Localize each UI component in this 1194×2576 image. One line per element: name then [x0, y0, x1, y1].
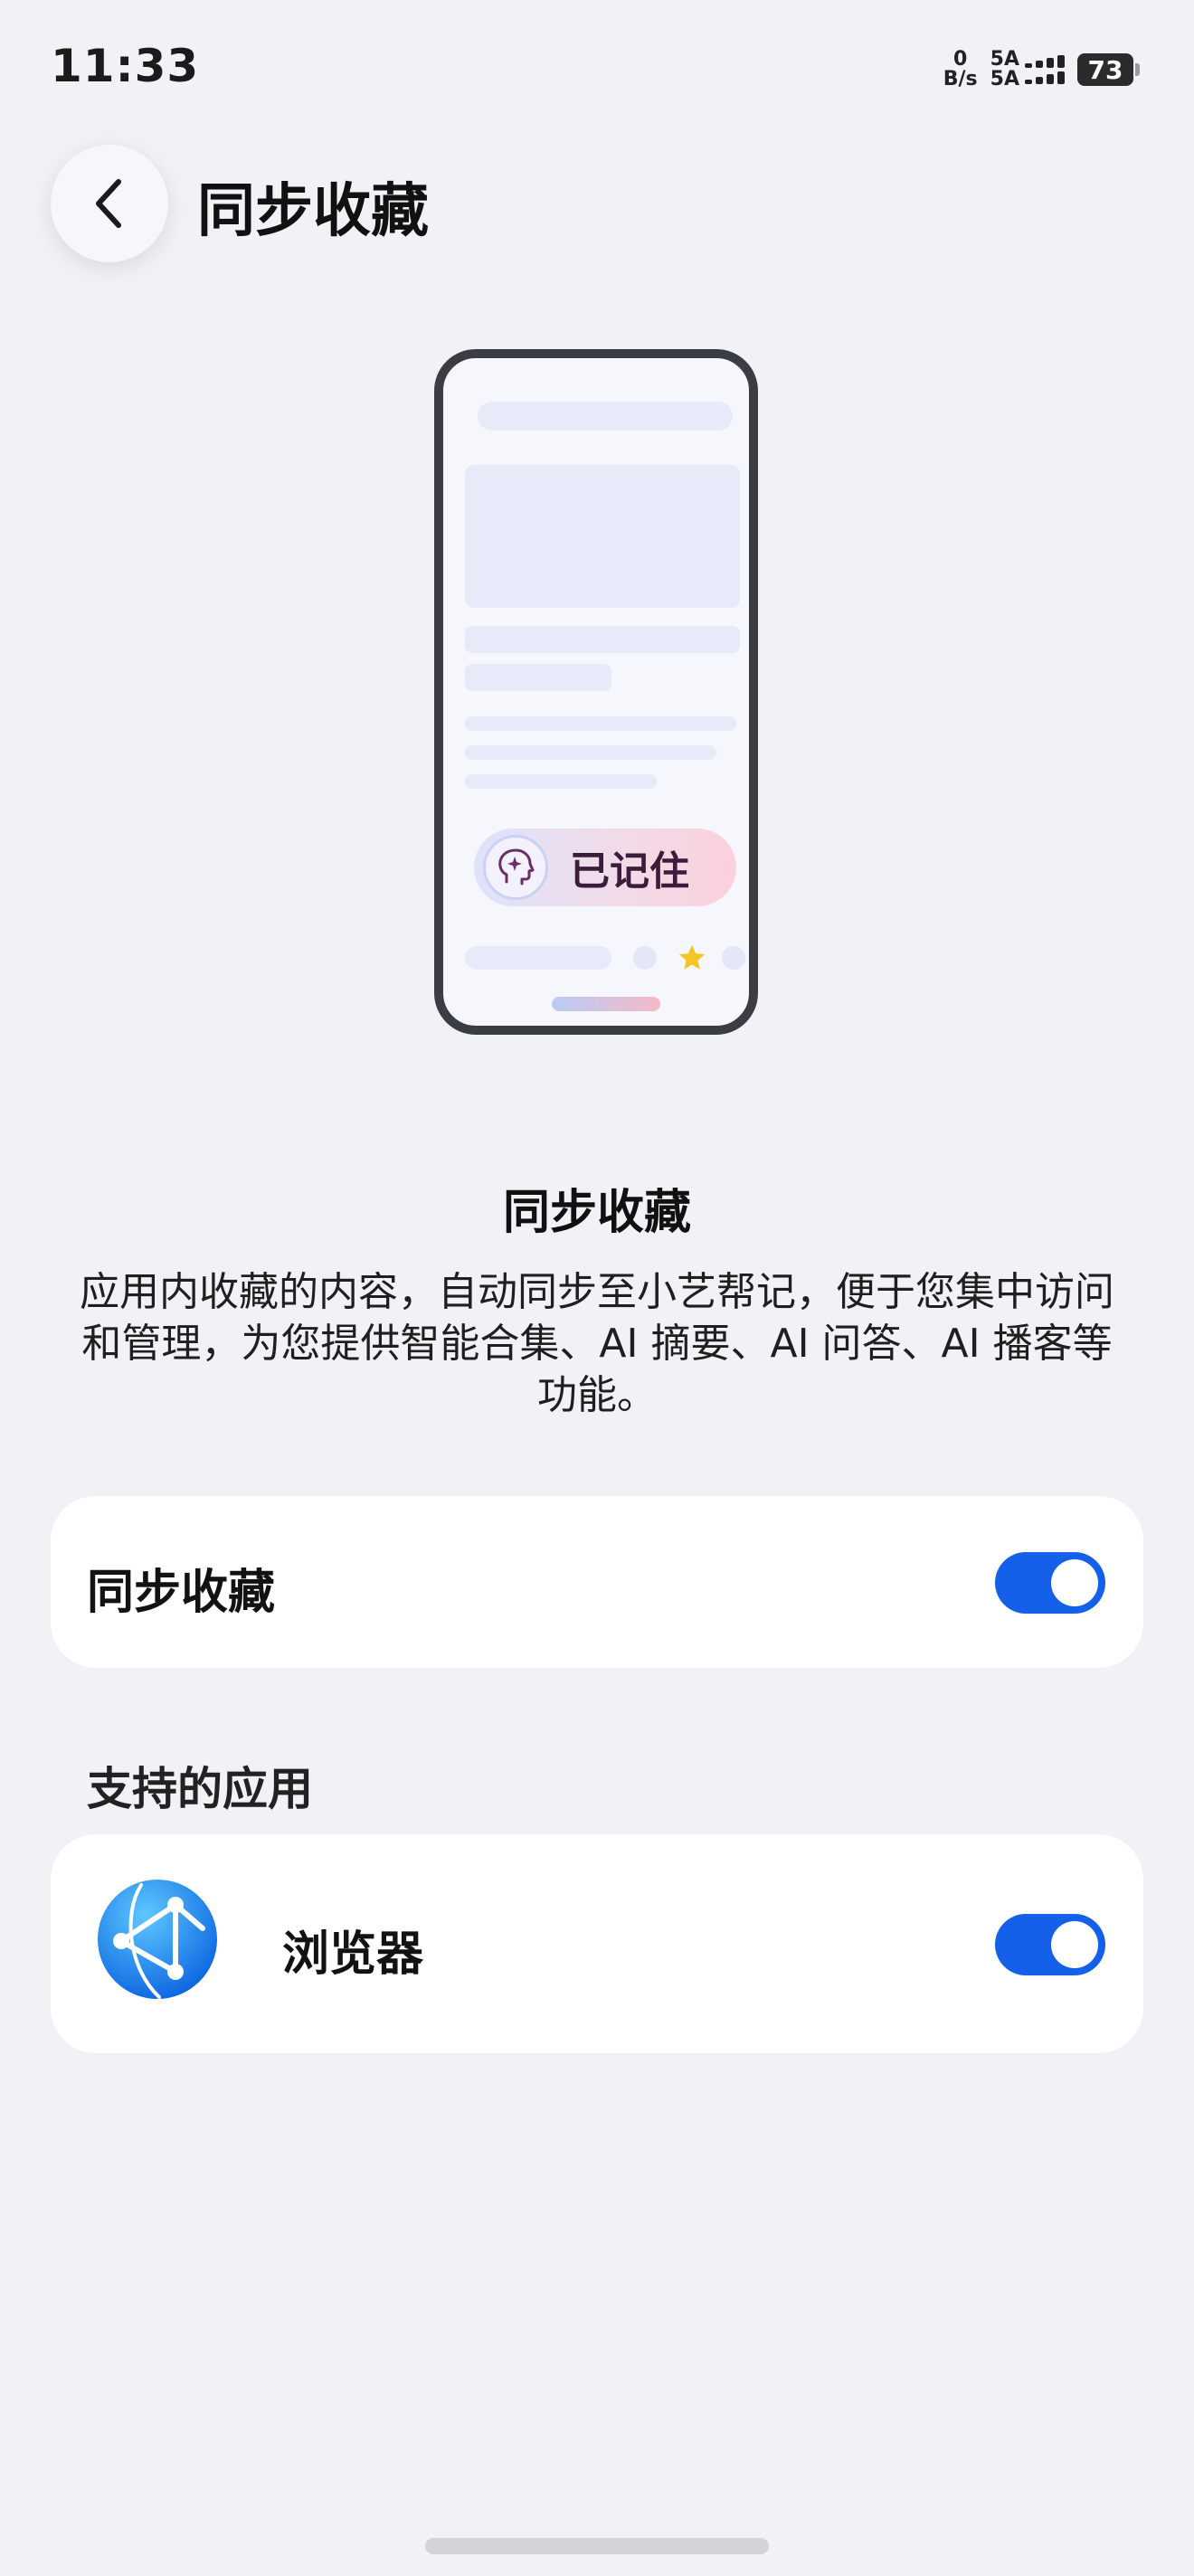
- status-icons: 0 B/s 5A 5A 73: [943, 47, 1140, 92]
- supported-apps-heading: 支持的应用: [87, 1763, 313, 1815]
- placeholder-dot: [633, 946, 657, 970]
- browser-toggle[interactable]: [995, 1914, 1105, 1975]
- browser-icon: [98, 1880, 217, 1999]
- back-button[interactable]: [51, 145, 168, 262]
- sync-setting-label: 同步收藏: [87, 1566, 276, 1620]
- network-speed-value: 0: [953, 48, 968, 71]
- signal-icon: 5A 5A: [990, 50, 1065, 90]
- signal-label-1: 5A: [990, 48, 1019, 71]
- placeholder-bar: [465, 626, 740, 653]
- chevron-left-icon: [96, 179, 121, 228]
- status-time: 11:33: [51, 40, 200, 92]
- placeholder-bar: [478, 402, 733, 431]
- phone-home-bar: [552, 997, 660, 1011]
- toggle-knob: [1051, 1921, 1098, 1968]
- placeholder-bar: [465, 664, 611, 691]
- placeholder-line: [465, 745, 716, 760]
- phone-illustration: 已记住: [434, 349, 758, 1035]
- toggle-knob: [1051, 1559, 1098, 1606]
- supported-apps-card: 浏览器: [51, 1834, 1143, 2053]
- sync-toggle[interactable]: [995, 1552, 1105, 1614]
- feature-description: 应用内收藏的内容，自动同步至小艺帮记，便于您集中访问和管理，为您提供智能合集、A…: [80, 1269, 1114, 1418]
- network-speed-unit: B/s: [943, 68, 978, 90]
- placeholder-block: [465, 465, 740, 608]
- status-bar: 11:33 0 B/s 5A 5A 73: [0, 0, 1194, 136]
- feature-title: 同步收藏: [502, 1186, 691, 1240]
- placeholder-line: [465, 716, 736, 731]
- battery-level: 73: [1077, 53, 1133, 86]
- remembered-badge: 已记住: [474, 829, 736, 906]
- signal-label-2: 5A: [990, 68, 1019, 90]
- star-icon: [678, 944, 706, 970]
- placeholder-line: [465, 774, 657, 789]
- app-name: 浏览器: [282, 1927, 424, 1982]
- battery-icon: 73: [1077, 53, 1140, 86]
- badge-text: 已记住: [570, 848, 689, 895]
- network-speed: 0 B/s: [943, 50, 978, 90]
- page-title: 同步收藏: [197, 178, 429, 245]
- placeholder-bar: [465, 946, 611, 970]
- placeholder-dot: [722, 946, 745, 970]
- sync-setting-card: 同步收藏: [51, 1496, 1143, 1668]
- home-indicator[interactable]: [425, 2538, 769, 2554]
- ai-brain-icon: [483, 835, 548, 900]
